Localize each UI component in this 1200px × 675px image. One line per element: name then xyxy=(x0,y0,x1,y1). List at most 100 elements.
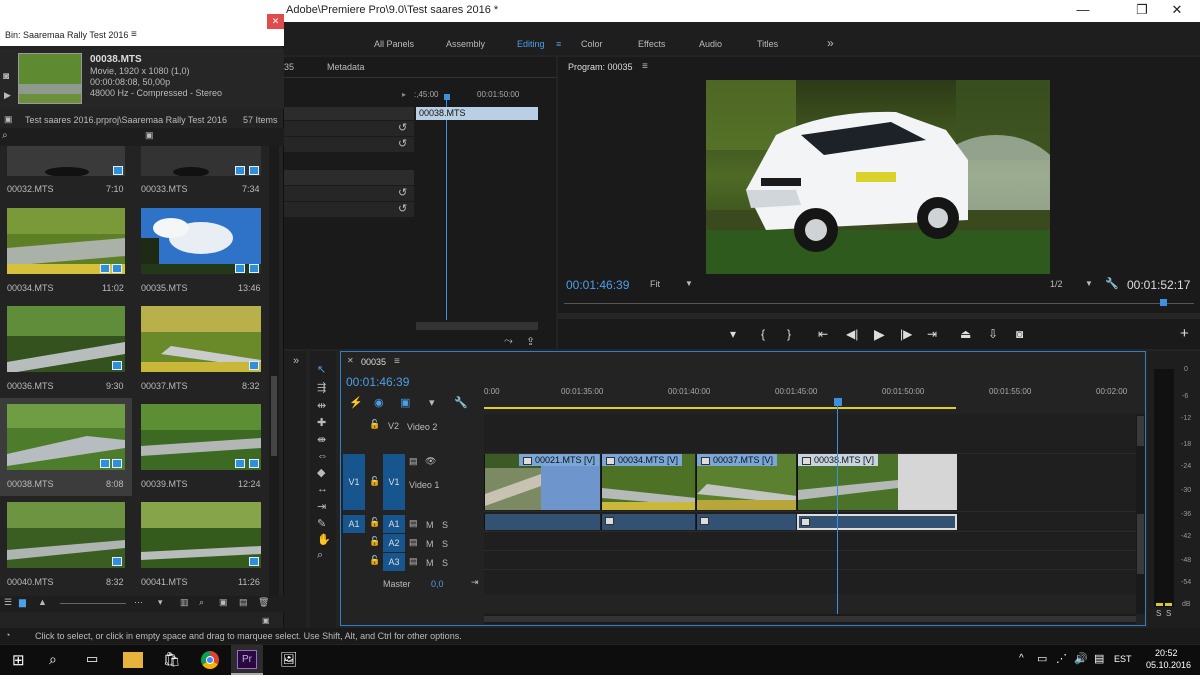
mark-out-icon[interactable]: } xyxy=(787,327,791,341)
work-area-bar[interactable] xyxy=(484,407,956,409)
rate-stretch-tool-icon[interactable]: ⇔ xyxy=(317,450,328,462)
fit-chevron-down-icon[interactable]: ▼ xyxy=(685,279,693,288)
poster-frame-icon[interactable]: ◙ xyxy=(3,71,9,82)
bin-menu-icon[interactable]: ≡ xyxy=(131,29,137,40)
track-a2-row[interactable] xyxy=(484,532,1136,551)
solo-button[interactable]: S xyxy=(442,539,448,549)
razor-tool-icon[interactable]: ◆ xyxy=(317,466,325,479)
workspace-effects[interactable]: Effects xyxy=(638,39,665,49)
photos-icon[interactable]: 🖼 xyxy=(280,651,298,668)
track-target-a3[interactable]: A3 xyxy=(383,553,405,571)
add-marker-icon[interactable]: ▾ xyxy=(429,396,435,409)
timeline-playhead[interactable] xyxy=(834,398,842,406)
automate-icon[interactable]: ▾ xyxy=(158,597,163,608)
workspace-more-button[interactable]: » xyxy=(827,36,834,50)
track-target-a1[interactable]: A1 xyxy=(383,515,405,533)
bin-thumbnail[interactable] xyxy=(7,502,125,568)
sequence-tab[interactable]: 00035 xyxy=(361,357,386,367)
rate-stretch-tool-icon[interactable]: ⇼ xyxy=(317,433,326,446)
play-only-icon[interactable]: ▸ xyxy=(402,90,406,99)
source-playhead[interactable] xyxy=(444,94,450,100)
mark-in-icon[interactable]: { xyxy=(761,327,765,341)
track-target-v1[interactable]: V1 xyxy=(383,454,405,510)
new-bin-button[interactable]: ▣ xyxy=(219,597,228,608)
resolution-chevron-down-icon[interactable]: ▼ xyxy=(1085,279,1093,288)
reset-icon[interactable]: ↺ xyxy=(398,137,407,150)
lock-icon[interactable]: 🔓 xyxy=(369,517,380,528)
language-indicator[interactable]: EST xyxy=(1114,654,1132,664)
fit-dropdown[interactable]: Fit xyxy=(650,279,660,289)
import-icon[interactable]: ⇪ xyxy=(526,335,535,348)
sync-lock-icon[interactable]: ▤ xyxy=(409,456,418,467)
track-select-tool-icon[interactable]: ⇶ xyxy=(317,381,326,394)
audio-clip[interactable] xyxy=(484,514,600,530)
clock-date[interactable]: 05.10.2016 xyxy=(1146,660,1191,670)
source-tab-partial[interactable]: 35 xyxy=(284,62,294,72)
new-item-icon[interactable]: ▤ xyxy=(239,597,248,608)
search-icon[interactable]: ⌕ xyxy=(2,130,8,141)
workspace-editing[interactable]: Editing xyxy=(517,39,545,49)
workspace-color[interactable]: Color xyxy=(581,39,603,49)
nest-icon[interactable]: ⚡ xyxy=(349,396,363,409)
sort-icon[interactable]: ⋯ xyxy=(134,597,143,608)
extract-icon[interactable]: ⇩ xyxy=(988,327,998,341)
new-bin-icon[interactable]: ▣ xyxy=(145,130,154,141)
master-volume-value[interactable]: 0,0 xyxy=(431,579,444,589)
play-icon[interactable]: ▶ xyxy=(874,326,885,343)
snap-icon[interactable]: ◉ xyxy=(374,396,384,409)
file-explorer-icon[interactable] xyxy=(123,652,143,668)
resolution-dropdown[interactable]: 1/2 xyxy=(1050,279,1063,289)
lock-icon[interactable]: 🔓 xyxy=(369,536,380,547)
panel-more-button[interactable]: » xyxy=(293,355,299,367)
bin-thumbnail[interactable] xyxy=(7,146,125,176)
time-ruler[interactable]: 0:00 00:01:35:00 00:01:40:00 00:01:45:00… xyxy=(484,382,1136,412)
source-patch-v1[interactable]: V1 xyxy=(343,454,365,510)
sequence-menu-icon[interactable]: ≡ xyxy=(394,356,400,367)
lock-icon[interactable]: 🔓 xyxy=(369,555,380,566)
workspace-menu-icon[interactable]: ≡ xyxy=(556,39,561,49)
workspace-titles[interactable]: Titles xyxy=(757,39,778,49)
mute-button[interactable]: M xyxy=(426,539,434,549)
program-menu-icon[interactable]: ≡ xyxy=(642,61,648,72)
bin-scrollbar[interactable] xyxy=(269,146,279,596)
reset-icon[interactable]: ↺ xyxy=(398,186,407,199)
battery-icon[interactable]: ▭ xyxy=(1037,652,1047,665)
search-icon[interactable]: ⌕ xyxy=(49,651,57,668)
selection-tool-icon[interactable]: ↖ xyxy=(317,363,326,376)
audio-clip[interactable] xyxy=(696,514,796,530)
reset-icon[interactable]: ↺ xyxy=(398,202,407,215)
close-button[interactable]: ✕ xyxy=(1154,0,1200,22)
solo-button[interactable]: S xyxy=(442,558,448,568)
program-playhead[interactable] xyxy=(1160,299,1167,306)
slip-tool-icon[interactable]: ↔ xyxy=(317,483,328,495)
audio-clip-selected[interactable] xyxy=(797,514,957,530)
mute-button[interactable]: M xyxy=(426,558,434,568)
add-marker-icon[interactable]: ▾ xyxy=(730,327,736,341)
workspace-audio[interactable]: Audio xyxy=(699,39,722,49)
add-button[interactable]: + xyxy=(1180,325,1189,342)
wrench-icon[interactable]: 🔧 xyxy=(1105,277,1119,290)
sync-lock-icon[interactable]: ▤ xyxy=(409,556,418,567)
audio-clip[interactable] xyxy=(601,514,695,530)
go-to-out-icon[interactable]: ⇥ xyxy=(927,327,937,341)
go-to-in-icon[interactable]: ⇤ xyxy=(818,327,828,341)
track-target-a2[interactable]: A2 xyxy=(383,534,405,552)
meter-solo-left[interactable]: S xyxy=(1156,609,1161,618)
windows-start-icon[interactable]: ⊞ xyxy=(12,651,25,669)
lock-icon[interactable]: 🔓 xyxy=(369,419,380,430)
reset-icon[interactable]: ↺ xyxy=(398,121,407,134)
workspace-all-panels[interactable]: All Panels xyxy=(374,39,414,49)
timeline-vertical-scrollbar[interactable] xyxy=(1136,414,1145,614)
track-a3-row[interactable] xyxy=(484,551,1136,570)
timeline-horizontal-scrollbar[interactable] xyxy=(484,614,1136,624)
minimize-button[interactable]: — xyxy=(1060,0,1106,22)
program-timecode-in[interactable]: 00:01:46:39 xyxy=(566,278,629,292)
bin-thumbnail[interactable] xyxy=(141,306,261,372)
timeline-clip-selected[interactable]: 00038.MTS [V] xyxy=(797,454,957,510)
lock-icon[interactable]: 🔓 xyxy=(369,476,380,487)
meter-solo-right[interactable]: S xyxy=(1166,609,1171,618)
metadata-tab[interactable]: Metadata xyxy=(327,62,365,72)
timeline-clip[interactable]: 00034.MTS [V] xyxy=(601,454,695,510)
timeline-timecode[interactable]: 00:01:46:39 xyxy=(346,375,409,389)
sequence-close-button[interactable]: ✕ xyxy=(347,356,354,365)
